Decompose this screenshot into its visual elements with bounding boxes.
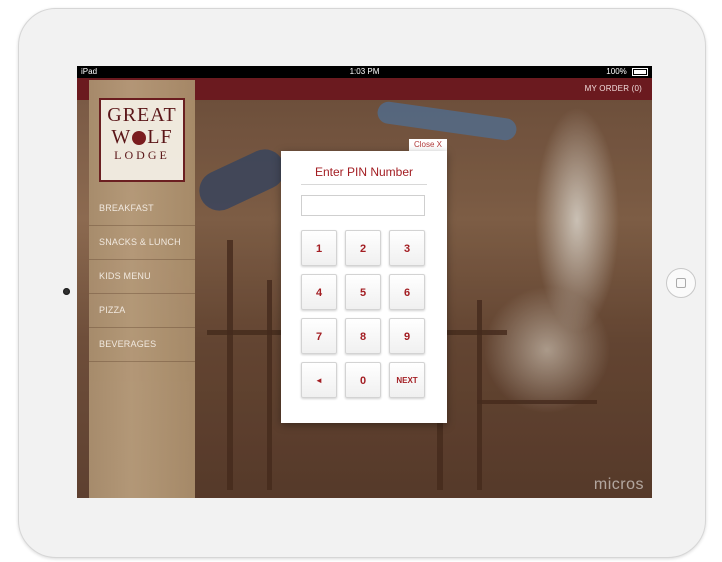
backspace-key[interactable]: ◄ bbox=[301, 362, 337, 398]
menu-item-snacks-lunch[interactable]: SNACKS & LUNCH bbox=[89, 226, 195, 260]
logo-line-1: GREAT bbox=[107, 104, 177, 126]
pin-input[interactable] bbox=[301, 195, 425, 216]
menu-item-pizza[interactable]: PIZZA bbox=[89, 294, 195, 328]
key-6[interactable]: 6 bbox=[389, 274, 425, 310]
key-8[interactable]: 8 bbox=[345, 318, 381, 354]
key-0[interactable]: 0 bbox=[345, 362, 381, 398]
great-wolf-lodge-logo: GREAT W LF LODGE bbox=[99, 98, 185, 182]
battery-percent: 100% bbox=[606, 67, 627, 76]
logo-line-3: LODGE bbox=[114, 148, 170, 162]
dialog-title: Enter PIN Number bbox=[314, 165, 414, 179]
home-square-icon bbox=[676, 278, 686, 288]
close-button[interactable]: Close X bbox=[409, 139, 447, 151]
battery-status: 100% bbox=[606, 66, 648, 78]
key-4[interactable]: 4 bbox=[301, 274, 337, 310]
key-2[interactable]: 2 bbox=[345, 230, 381, 266]
category-menu: BREAKFAST SNACKS & LUNCH KIDS MENU PIZZA… bbox=[89, 192, 195, 362]
home-button[interactable] bbox=[666, 268, 696, 298]
battery-icon bbox=[632, 67, 648, 76]
key-9[interactable]: 9 bbox=[389, 318, 425, 354]
logo-line-2: W LF bbox=[111, 126, 173, 148]
key-7[interactable]: 7 bbox=[301, 318, 337, 354]
next-key[interactable]: NEXT bbox=[389, 362, 425, 398]
clock: 1:03 PM bbox=[349, 67, 380, 76]
pin-dialog: Enter PIN Number 1 2 3 4 5 6 7 8 9 ◄ 0 N… bbox=[281, 151, 447, 423]
key-3[interactable]: 3 bbox=[389, 230, 425, 266]
menu-item-beverages[interactable]: BEVERAGES bbox=[89, 328, 195, 362]
paw-icon bbox=[132, 131, 147, 146]
title-divider bbox=[301, 184, 427, 185]
category-sidebar: GREAT W LF LODGE BREAKFAST SNACKS & LUNCH… bbox=[89, 80, 195, 498]
camera-dot bbox=[63, 288, 70, 295]
screen: iPad 1:03 PM 100% MY ORDER (0) GREAT W LF… bbox=[77, 66, 652, 498]
status-bar: iPad 1:03 PM 100% bbox=[77, 66, 652, 78]
my-order-link[interactable]: MY ORDER (0) bbox=[585, 84, 642, 93]
menu-item-kids-menu[interactable]: KIDS MENU bbox=[89, 260, 195, 294]
key-5[interactable]: 5 bbox=[345, 274, 381, 310]
key-1[interactable]: 1 bbox=[301, 230, 337, 266]
micros-watermark: micros bbox=[593, 476, 644, 493]
menu-item-breakfast[interactable]: BREAKFAST bbox=[89, 192, 195, 226]
